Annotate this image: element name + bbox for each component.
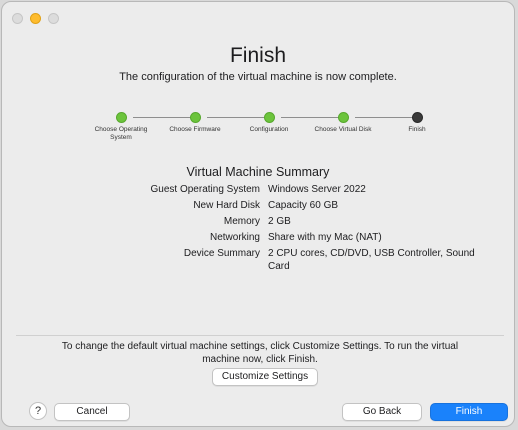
summary-key: Guest Operating System: [150, 184, 261, 195]
summary-value: 2 CPU cores, CD/DVD, USB Controller, Sou…: [268, 248, 475, 272]
help-button[interactable]: ?: [29, 402, 47, 420]
step-progress: Choose Operating System Choose Firmware …: [86, 112, 456, 162]
summary-value: Windows Server 2022: [268, 184, 366, 195]
summary-row-device-summary: Device Summary 2 CPU cores, CD/DVD, USB …: [2, 247, 514, 279]
step-finish: Finish: [382, 112, 452, 134]
wizard-window: Finish The configuration of the virtual …: [1, 1, 515, 427]
step-current-indicator: [411, 112, 423, 123]
close-window-icon[interactable]: [12, 13, 23, 24]
summary-row-hard-disk: New Hard Disk Capacity 60 GB: [2, 199, 514, 215]
step-choose-virtual-disk: Choose Virtual Disk: [308, 112, 378, 134]
step-label: Choose Operating System: [94, 126, 148, 141]
summary-value: Capacity 60 GB: [268, 200, 339, 211]
cancel-button[interactable]: Cancel: [54, 403, 130, 421]
step-complete-indicator: [115, 112, 127, 123]
summary-row-guest-os: Guest Operating System Windows Server 20…: [2, 183, 514, 199]
summary-title: Virtual Machine Summary: [186, 165, 330, 179]
finish-button[interactable]: Finish: [430, 403, 508, 421]
summary-row-memory: Memory 2 GB: [2, 215, 514, 231]
summary-key: New Hard Disk: [193, 200, 260, 211]
summary-table: Guest Operating System Windows Server 20…: [2, 183, 514, 279]
summary-row-networking: Networking Share with my Mac (NAT): [2, 231, 514, 247]
window-controls: [12, 13, 59, 24]
step-choose-os: Choose Operating System: [86, 112, 156, 141]
minimize-window-icon[interactable]: [30, 13, 41, 24]
summary-key: Networking: [209, 232, 260, 243]
step-choose-firmware: Choose Firmware: [160, 112, 230, 134]
info-text: To change the default virtual machine se…: [61, 341, 459, 365]
zoom-window-icon[interactable]: [48, 13, 59, 24]
step-configuration: Configuration: [234, 112, 304, 134]
step-label: Finish: [408, 126, 426, 133]
step-complete-indicator: [263, 112, 275, 123]
footer-divider: [16, 335, 504, 336]
step-label: Choose Firmware: [169, 126, 221, 133]
step-label: Configuration: [249, 126, 289, 133]
step-complete-indicator: [189, 112, 201, 123]
page-title: Finish: [229, 44, 287, 67]
customize-settings-button[interactable]: Customize Settings: [212, 368, 318, 386]
go-back-button[interactable]: Go Back: [342, 403, 422, 421]
summary-value: Share with my Mac (NAT): [268, 232, 382, 243]
summary-key: Device Summary: [183, 248, 260, 259]
summary-key: Memory: [223, 216, 260, 227]
page-subtitle: The configuration of the virtual machine…: [119, 71, 397, 83]
step-complete-indicator: [337, 112, 349, 123]
summary-value: 2 GB: [268, 216, 291, 227]
step-label: Choose Virtual Disk: [314, 126, 372, 133]
